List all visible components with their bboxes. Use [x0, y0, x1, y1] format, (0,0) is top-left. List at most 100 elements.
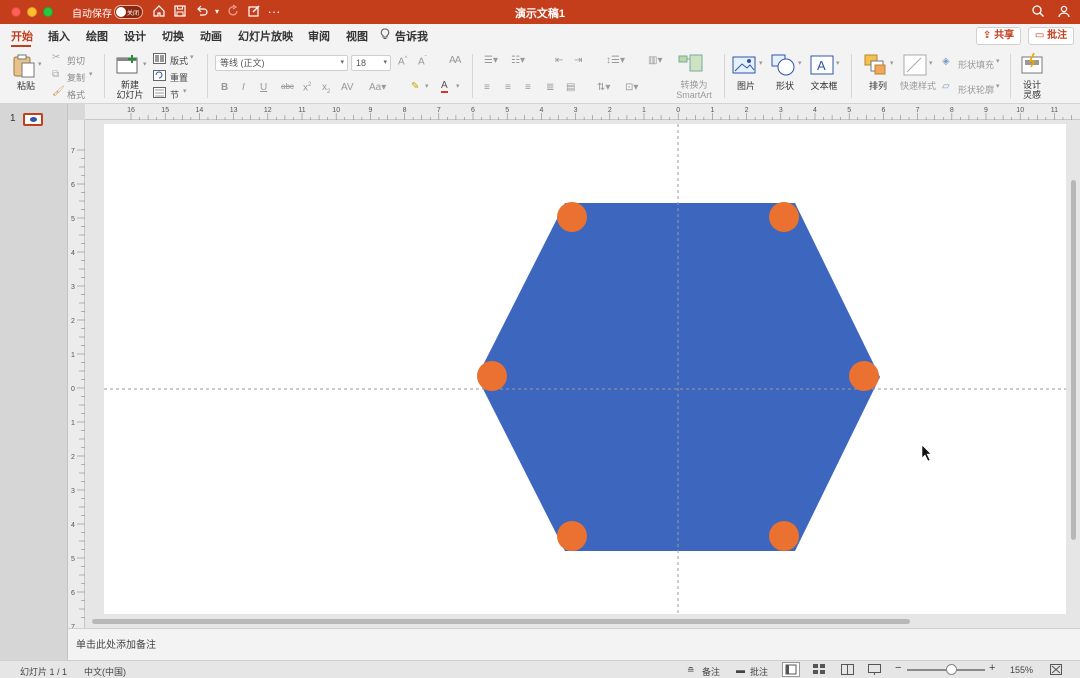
picture-label[interactable]: 图片	[733, 81, 759, 91]
new-slide-icon[interactable]	[115, 54, 141, 79]
shape-outline-label[interactable]: 形状轮廓	[958, 83, 994, 96]
vertex-handle[interactable]	[557, 521, 587, 551]
zoom-level[interactable]: 155%	[1010, 665, 1033, 675]
tab-review[interactable]: 审阅	[308, 28, 330, 44]
vertex-handle[interactable]	[849, 361, 879, 391]
shape-fill-label[interactable]: 形状填充	[958, 58, 994, 71]
search-icon[interactable]	[1030, 4, 1046, 20]
picture-dropdown-icon[interactable]: ▾	[759, 59, 763, 67]
quick-styles-label[interactable]: 快速样式	[897, 81, 939, 91]
strikethrough-icon[interactable]: abc	[281, 82, 294, 91]
slide[interactable]	[104, 124, 1066, 614]
tab-tell-me[interactable]: 告诉我	[395, 28, 428, 44]
distributed-icon[interactable]: ▤	[566, 82, 575, 93]
vertex-handle[interactable]	[477, 361, 507, 391]
tab-transitions[interactable]: 切换	[162, 28, 184, 44]
decrease-indent-icon[interactable]: ⇤	[555, 55, 563, 66]
new-slide-label-1[interactable]: 新建	[112, 80, 148, 90]
textbox-label[interactable]: 文本框	[806, 81, 842, 91]
highlight-dropdown-icon[interactable]: ▾	[425, 82, 429, 90]
highlight-icon[interactable]: ✎	[411, 81, 419, 92]
horizontal-scrollbar[interactable]	[92, 619, 910, 624]
font-name-combo[interactable]: 等线 (正文) ▾	[215, 55, 348, 71]
copy-dropdown-icon[interactable]: ▾	[89, 70, 93, 78]
convert-smartart-label-2[interactable]: SmartArt	[670, 90, 718, 100]
text-direction-icon[interactable]: ⇅▾	[597, 82, 610, 93]
tab-draw[interactable]: 绘图	[86, 28, 108, 44]
line-spacing-icon[interactable]: ↕☰▾	[606, 55, 625, 66]
cut-icon[interactable]: ✂	[52, 52, 60, 63]
arrange-dropdown-icon[interactable]: ▾	[890, 59, 894, 67]
convert-smartart-label-1[interactable]: 转换为	[670, 80, 718, 90]
bullets-icon[interactable]: ☰▾	[484, 55, 498, 66]
reset-label[interactable]: 重置	[170, 71, 188, 84]
align-text-icon[interactable]: ⊡▾	[625, 82, 638, 93]
fit-to-window-icon[interactable]	[1050, 664, 1062, 677]
textbox-icon[interactable]: A	[810, 55, 834, 78]
layout-icon[interactable]	[153, 53, 166, 67]
align-center-icon[interactable]: ≡	[505, 82, 511, 93]
layout-label[interactable]: 版式	[170, 54, 188, 67]
arrange-label[interactable]: 排列	[864, 81, 892, 91]
designer-label-2[interactable]: 灵感	[1016, 90, 1048, 100]
shape-outline-icon[interactable]: ▱	[942, 81, 950, 92]
format-painter-icon[interactable]: 🖌	[52, 86, 65, 97]
new-slide-dropdown-icon[interactable]: ▾	[143, 60, 147, 68]
underline-icon[interactable]: U	[260, 82, 267, 93]
paste-dropdown-icon[interactable]: ▾	[38, 60, 42, 68]
language-indicator[interactable]: 中文(中国)	[84, 665, 126, 678]
notes-toggle-label[interactable]: 备注	[702, 665, 720, 678]
tab-home[interactable]: 开始	[11, 28, 33, 44]
smartart-icon[interactable]	[678, 54, 704, 75]
numbering-icon[interactable]: ☷▾	[511, 55, 525, 66]
shape-fill-dropdown-icon[interactable]: ▾	[996, 57, 1000, 65]
zoom-out-icon[interactable]: −	[895, 662, 901, 674]
tab-animations[interactable]: 动画	[200, 28, 222, 44]
superscript-icon[interactable]: x2	[303, 82, 311, 93]
tab-insert[interactable]: 插入	[48, 28, 70, 44]
section-label[interactable]: 节	[170, 88, 179, 101]
font-color-dropdown-icon[interactable]: ▾	[456, 82, 460, 90]
change-case-icon[interactable]: Aa▾	[369, 82, 386, 93]
tab-slideshow[interactable]: 幻灯片放映	[238, 28, 293, 44]
notes-pane[interactable]: 单击此处添加备注	[68, 628, 1080, 660]
new-slide-label-2[interactable]: 幻灯片	[112, 90, 148, 100]
zoom-slider-thumb[interactable]	[946, 664, 957, 675]
cut-label[interactable]: 剪切	[67, 54, 85, 67]
section-dropdown-icon[interactable]: ▾	[183, 87, 187, 95]
columns-icon[interactable]: ▥▾	[648, 55, 662, 66]
paste-label[interactable]: 粘贴	[14, 81, 38, 91]
zoom-in-icon[interactable]: +	[989, 662, 995, 674]
decrease-font-icon[interactable]: Aˇ	[418, 56, 427, 67]
increase-indent-icon[interactable]: ⇥	[574, 55, 582, 66]
paste-icon[interactable]	[12, 53, 36, 82]
copy-icon[interactable]: ⧉	[52, 69, 59, 80]
justify-icon[interactable]: ≣	[546, 82, 554, 93]
textbox-dropdown-icon[interactable]: ▾	[836, 59, 840, 67]
vertex-handle[interactable]	[557, 202, 587, 232]
slide-sorter-icon[interactable]	[813, 664, 826, 677]
shapes-icon[interactable]	[771, 54, 797, 79]
align-left-icon[interactable]: ≡	[484, 82, 490, 93]
shapes-dropdown-icon[interactable]: ▾	[798, 59, 802, 67]
slideshow-icon[interactable]	[868, 664, 881, 677]
font-size-combo[interactable]: 18 ▾	[351, 55, 391, 71]
increase-font-icon[interactable]: A^	[398, 56, 408, 67]
character-spacing-icon[interactable]: AV	[341, 82, 354, 93]
picture-icon[interactable]	[732, 56, 756, 77]
tab-design[interactable]: 设计	[124, 28, 146, 44]
reading-view-icon[interactable]	[841, 664, 854, 677]
reset-icon[interactable]	[153, 70, 166, 84]
section-icon[interactable]	[153, 87, 166, 101]
font-color-icon[interactable]: A	[441, 81, 448, 93]
vertex-handle[interactable]	[769, 202, 799, 232]
vertex-handle[interactable]	[769, 521, 799, 551]
quick-styles-icon[interactable]	[903, 54, 927, 79]
copy-label[interactable]: 复制	[67, 71, 85, 84]
bold-icon[interactable]: B	[221, 82, 228, 93]
notes-toggle-icon[interactable]: ≘	[687, 665, 695, 676]
designer-label-1[interactable]: 设计	[1016, 80, 1048, 90]
clear-format-icon[interactable]: Ꜳ	[449, 55, 462, 66]
notes-placeholder[interactable]: 单击此处添加备注	[76, 636, 156, 651]
italic-icon[interactable]: I	[242, 82, 245, 93]
